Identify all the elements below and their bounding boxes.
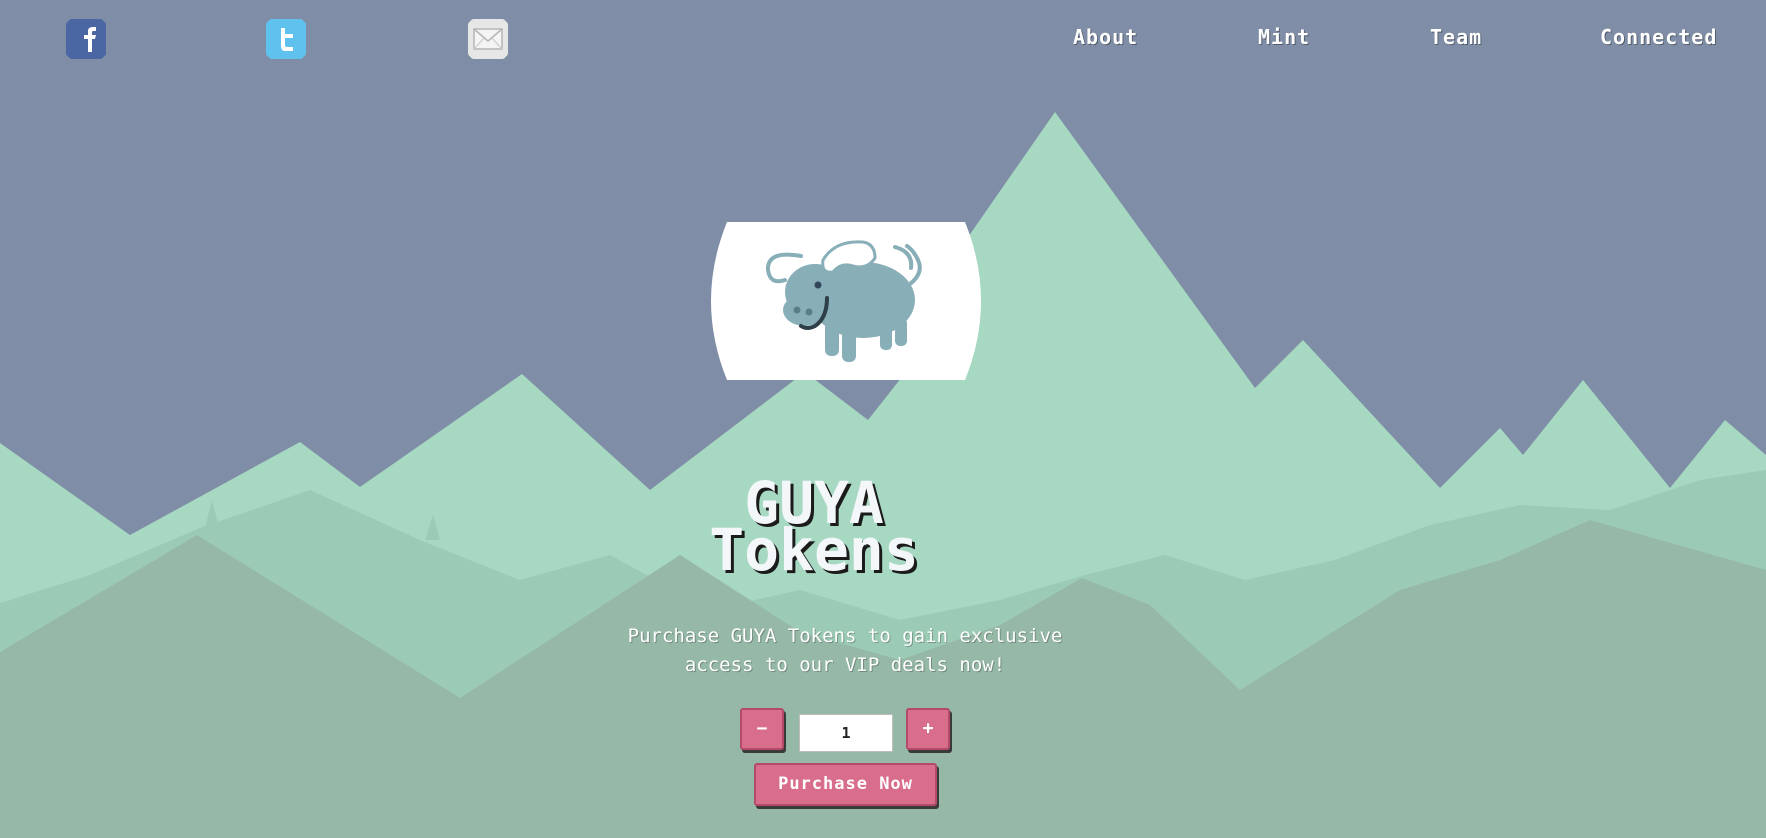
increment-button[interactable]: +: [906, 708, 950, 750]
nav-mint[interactable]: Mint: [1258, 25, 1310, 49]
logo-badge: [705, 222, 987, 380]
decrement-button[interactable]: −: [740, 708, 784, 750]
nav-connected[interactable]: Connected: [1600, 25, 1717, 49]
mountain-background: [0, 0, 1766, 838]
twitter-icon[interactable]: [266, 19, 306, 59]
purchase-button[interactable]: Purchase Now: [754, 763, 937, 806]
subtitle-line-2: access to our VIP deals now!: [684, 654, 1006, 676]
mail-icon[interactable]: [468, 19, 508, 59]
title-line-2: Tokens: [709, 516, 919, 584]
hero-subtitle: Purchase GUYA Tokens to gain exclusive a…: [580, 622, 1110, 680]
page-title: GUYA Tokens: [633, 474, 1133, 579]
nav-team[interactable]: Team: [1430, 25, 1482, 49]
subtitle-line-1: Purchase GUYA Tokens to gain exclusive: [627, 625, 1063, 647]
quantity-input[interactable]: [799, 714, 893, 752]
nav-about[interactable]: About: [1073, 25, 1138, 49]
facebook-icon[interactable]: [66, 19, 106, 59]
